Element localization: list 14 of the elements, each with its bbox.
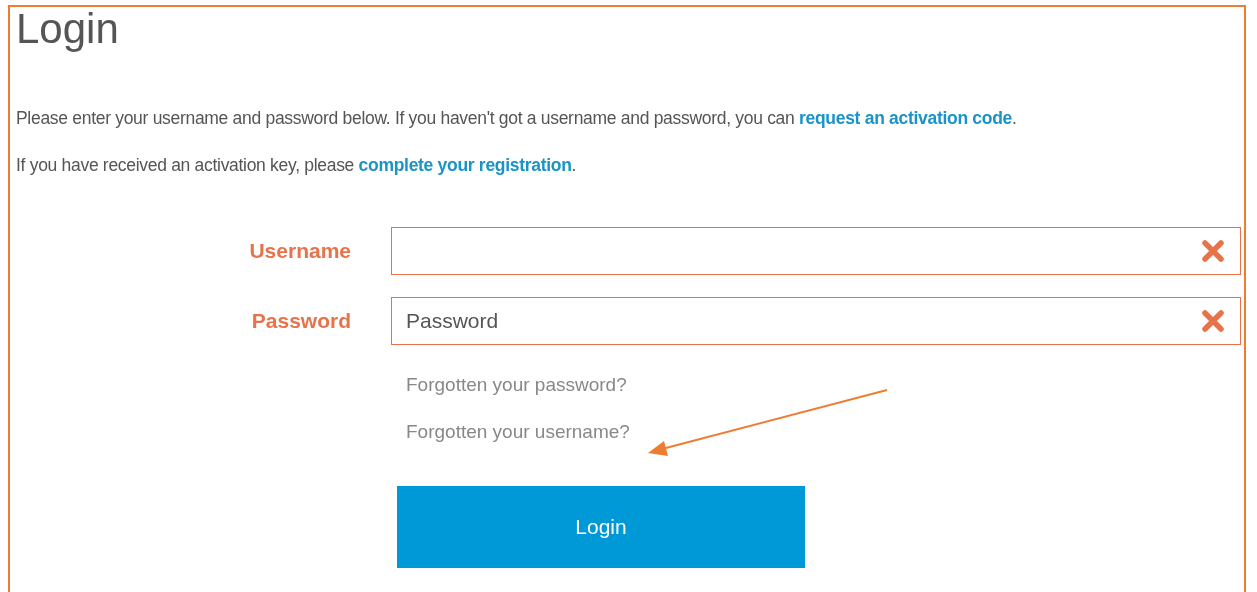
forgotten-link[interactable]: Forgotten your password? (406, 371, 627, 399)
text-link[interactable]: request an activation code (799, 108, 1012, 128)
input-field[interactable] (391, 227, 1241, 275)
field-label: Password (250, 309, 351, 333)
text-link[interactable]: complete your registration (358, 155, 572, 175)
login-button[interactable]: Login (397, 486, 805, 568)
forgotten-link[interactable]: Forgotten your username? (406, 418, 630, 446)
field-label: Username (248, 239, 351, 263)
error-cross-icon (1201, 239, 1225, 263)
error-cross-icon (1201, 309, 1225, 333)
page-title: Login (16, 7, 120, 51)
instruction-text: Please enter your username and password below. If you haven't got a username and password, you can request an activation code. (16, 107, 1018, 130)
input-field[interactable]: Password (391, 297, 1241, 345)
instruction-text: If you have received an activation key, please complete your registration. (16, 154, 578, 177)
